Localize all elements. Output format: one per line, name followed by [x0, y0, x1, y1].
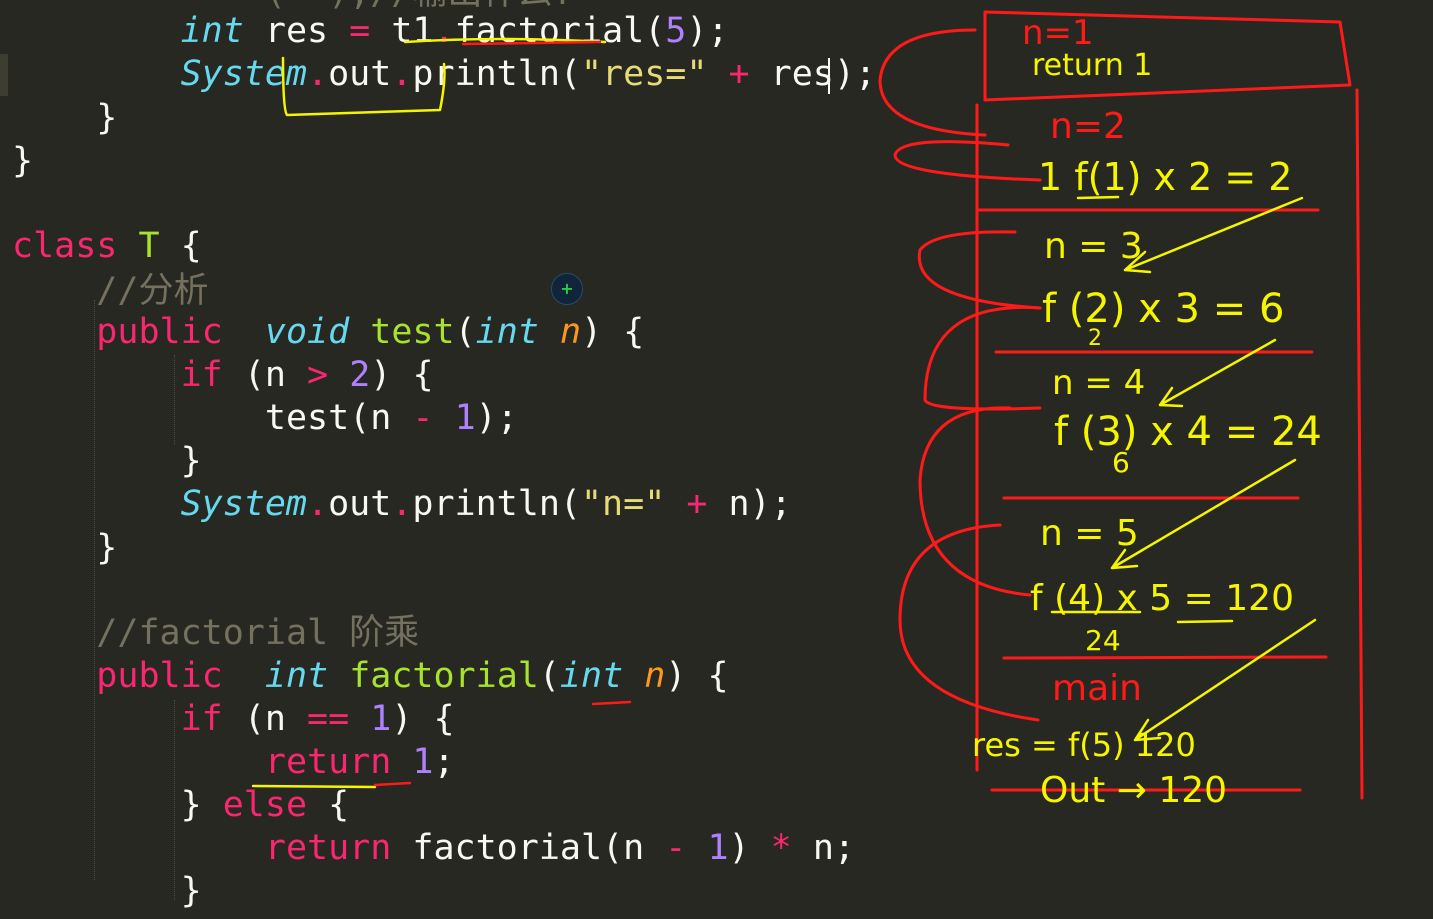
code-line-if-close: }: [180, 441, 202, 481]
code-line-else-close: }: [180, 871, 202, 911]
code-line-test-call: test(n - 1);: [264, 398, 518, 438]
code-line-comment-factorial: //factorial 阶乘: [96, 613, 420, 653]
code-line-println-n: System.out.println("n=" + n);: [180, 484, 792, 524]
code-line-4: }: [12, 141, 34, 181]
code-line-test-decl: public void test(int n) {: [96, 312, 645, 352]
code-editor[interactable]: ( );//输出什么? int res = t1.factorial(5); S…: [0, 0, 1433, 919]
code-line-return-1: return 1;: [264, 742, 455, 782]
code-line-class: class T {: [12, 226, 202, 266]
code-line-comment-analysis: //分析: [96, 271, 209, 311]
text-caret: [828, 58, 830, 94]
code-line-1: int res = t1.factorial(5);: [180, 11, 729, 51]
code-line-if-factorial: if (n == 1) {: [180, 699, 455, 739]
code-line-factorial-decl: public int factorial(int n) {: [96, 656, 729, 696]
code-line-if-test: if (n > 2) {: [180, 355, 434, 395]
code-line-test-close: }: [96, 528, 118, 568]
code-line-else: } else {: [180, 785, 350, 825]
code-line-2: System.out.println("res=" + res);: [180, 54, 877, 94]
code-line-return-recursive: return factorial(n - 1) * n;: [264, 828, 855, 868]
current-line-marker: [0, 54, 8, 96]
mouse-pointer-indicator: [551, 273, 583, 305]
code-line-3: }: [96, 98, 118, 138]
